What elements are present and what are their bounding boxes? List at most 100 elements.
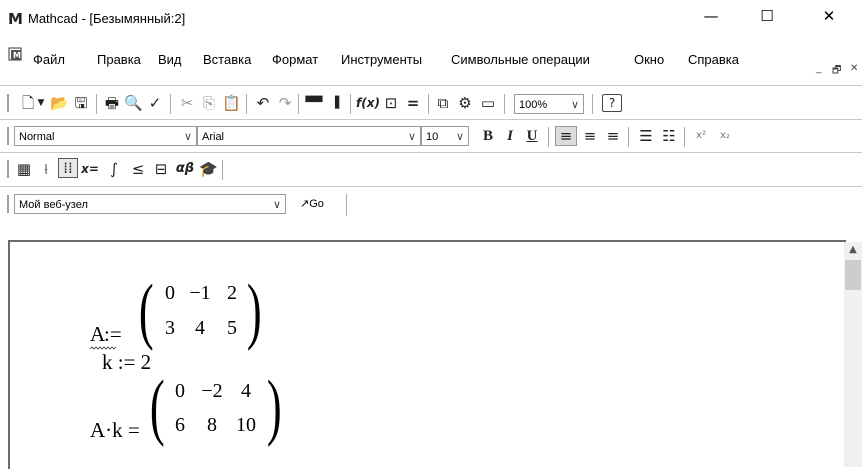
style-select[interactable]: Normal ∨: [14, 126, 197, 146]
definition-k[interactable]: k := 2: [102, 350, 151, 375]
print-preview-icon[interactable]: 🔍: [124, 94, 143, 112]
mdi-restore-button[interactable]: 🗗: [832, 63, 841, 80]
window-icon[interactable]: ▭: [478, 94, 498, 112]
calculator-icon[interactable]: ▦: [15, 160, 33, 178]
help-button[interactable]: ?: [602, 94, 622, 112]
style-value: Normal: [19, 131, 55, 143]
toolbar-grip[interactable]: [7, 160, 9, 178]
graph-icon[interactable]: ⟊: [37, 160, 55, 178]
copy-icon[interactable]: ⎘: [200, 94, 218, 112]
maximize-button[interactable]: ☐: [744, 2, 790, 30]
new-dropdown-icon[interactable]: ▼: [36, 94, 46, 112]
go-arrow-icon: ↗: [300, 197, 310, 210]
cut-icon[interactable]: ✂: [178, 94, 196, 112]
matrix-cell: 4: [241, 380, 251, 402]
matrix-cell: −1: [189, 282, 211, 304]
undo-icon[interactable]: ↶: [254, 94, 272, 112]
window-title: Mathcad - [Безымянный:2]: [28, 11, 186, 26]
matrix-left-paren: (: [138, 270, 154, 352]
superscript-button[interactable]: x²: [692, 127, 710, 145]
separator: [350, 94, 351, 114]
menu-help[interactable]: Справка: [688, 52, 739, 67]
mathcad-logo-icon: M: [8, 10, 23, 28]
insert-function-icon[interactable]: f(x): [356, 94, 380, 112]
menu-view[interactable]: Вид: [158, 52, 182, 67]
title-bar: M Mathcad - [Безымянный:2] — ☐ ✕: [0, 0, 862, 32]
toolbar-divider: [0, 152, 862, 153]
svg-text:M: M: [13, 51, 21, 60]
menu-edit[interactable]: Правка: [97, 52, 141, 67]
address-select[interactable]: Мой веб-узел ∨: [14, 194, 286, 214]
separator: [428, 94, 429, 114]
subscript-button[interactable]: x₂: [716, 127, 734, 145]
var-A: A: [90, 322, 106, 346]
matrix-left-paren: (: [149, 366, 165, 448]
save-icon[interactable]: 🖫: [72, 94, 90, 112]
align-center-icon[interactable]: ≡: [580, 127, 600, 145]
font-select[interactable]: Arial ∨: [197, 126, 421, 146]
insert-unit-icon[interactable]: ⊡: [382, 94, 400, 112]
assign-operator: :=: [104, 322, 122, 346]
mdi-close-button[interactable]: ✕: [850, 63, 858, 74]
document-icon[interactable]: M: [8, 47, 24, 61]
font-value: Arial: [202, 131, 225, 143]
close-button[interactable]: ✕: [806, 2, 852, 30]
greek-button[interactable]: αβ: [174, 160, 196, 178]
bullets-icon[interactable]: ☰: [636, 127, 656, 145]
toolbar-divider: [0, 85, 862, 86]
matrix-icon[interactable]: ⁞⁞: [58, 158, 78, 178]
align-down-icon[interactable]: ▐: [326, 94, 344, 112]
font-size-select[interactable]: 10 ∨: [421, 126, 469, 146]
mdi-minimize-button[interactable]: _: [816, 63, 822, 74]
menu-file[interactable]: Файл: [33, 52, 65, 67]
matrix-cell: 10: [236, 414, 256, 436]
separator: [346, 194, 347, 216]
calculus-icon[interactable]: ∫: [104, 160, 124, 178]
evaluation-button[interactable]: x=: [80, 160, 100, 178]
minimize-button[interactable]: —: [688, 2, 734, 30]
chevron-down-icon: ∨: [407, 130, 416, 143]
menu-window[interactable]: Окно: [634, 52, 664, 67]
align-right-icon[interactable]: ≡: [603, 127, 623, 145]
menu-insert[interactable]: Вставка: [203, 52, 251, 67]
matrix-cell: −2: [201, 380, 223, 402]
separator: [298, 94, 299, 114]
worksheet[interactable]: A := ( 0 −1 2 3 4 5 ) k := 2 A·k = ( 0 −…: [8, 240, 846, 469]
menu-tools[interactable]: Инструменты: [341, 52, 422, 67]
numbering-icon[interactable]: ☷: [659, 127, 679, 145]
go-label: Go: [309, 198, 324, 210]
new-document-icon[interactable]: 🗋: [20, 94, 36, 112]
programming-icon[interactable]: ⊟: [151, 160, 171, 178]
separator: [246, 94, 247, 114]
matrix-cell: 8: [207, 414, 217, 436]
calculate-icon[interactable]: =: [404, 94, 422, 112]
separator: [628, 127, 629, 147]
italic-button[interactable]: I: [502, 127, 518, 145]
toolbar-grip[interactable]: [7, 195, 9, 213]
zoom-value: 100%: [519, 99, 548, 111]
paste-icon[interactable]: 📋: [222, 94, 241, 112]
boolean-icon[interactable]: ≤: [128, 160, 148, 178]
bold-button[interactable]: B: [480, 127, 496, 145]
resource-center-icon[interactable]: ⚙: [456, 94, 474, 112]
print-icon[interactable]: 🖶: [103, 94, 121, 112]
redo-icon[interactable]: ↷: [276, 94, 294, 112]
go-button[interactable]: ↗Go: [300, 197, 324, 210]
matrix-right-paren: ): [246, 270, 262, 352]
underline-button[interactable]: U: [524, 127, 540, 145]
zoom-select[interactable]: 100% ∨: [514, 94, 584, 114]
vertical-scrollbar[interactable]: ▲: [844, 242, 862, 467]
align-top-icon[interactable]: ▀▀: [305, 94, 323, 112]
scroll-thumb[interactable]: [845, 260, 861, 290]
menu-format[interactable]: Формат: [272, 52, 318, 67]
insert-component-icon[interactable]: ⧉: [434, 94, 452, 112]
chevron-down-icon: ∨: [570, 98, 579, 111]
toolbar-grip[interactable]: [7, 127, 9, 145]
align-left-icon[interactable]: ≡: [555, 126, 577, 146]
spell-check-icon[interactable]: ✓: [146, 94, 164, 112]
toolbar-grip[interactable]: [7, 94, 9, 112]
symbolic-icon[interactable]: 🎓: [199, 160, 218, 178]
menu-symbolics[interactable]: Символьные операции: [451, 52, 590, 67]
scroll-up-icon[interactable]: ▲: [844, 242, 862, 258]
open-folder-icon[interactable]: 📂: [50, 94, 69, 112]
